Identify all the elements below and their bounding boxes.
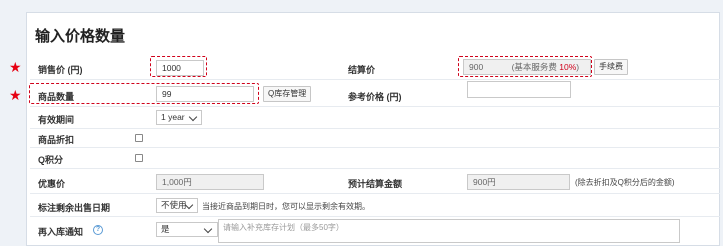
restock-select[interactable]: 是 xyxy=(156,222,218,237)
qpoint-checkbox[interactable] xyxy=(135,154,143,162)
fee-button[interactable]: 手续费 xyxy=(594,59,628,75)
est-settle-note: (除去折扣及Q积分后的金额) xyxy=(575,178,675,187)
restock-value: 是 xyxy=(161,224,170,234)
valid-period-value: 1 year xyxy=(161,112,185,122)
row-valid-period: 有效期间 1 year xyxy=(30,107,720,129)
help-icon[interactable]: ? xyxy=(93,225,103,235)
sale-price-highlight xyxy=(150,56,207,77)
expiry-mark-value: 不使用 xyxy=(161,200,187,210)
restock-label: 再入库通知 xyxy=(38,227,84,237)
settle-price-highlight xyxy=(458,56,592,77)
chevron-down-icon xyxy=(203,224,213,234)
est-settle-label: 预计结算金额 xyxy=(348,179,403,189)
settle-price-label: 结算价 xyxy=(348,65,376,75)
sale-price-label: 销售价 (円) xyxy=(38,65,83,75)
row-expiry-mark: 标注剩余出售日期 不使用 当接近商品到期日时，您可以显示剩余有效期。 xyxy=(30,194,720,217)
special-price-field: 1,000円 xyxy=(156,174,264,190)
discount-checkbox[interactable] xyxy=(135,134,143,142)
stock-management-button[interactable]: Q库存管理 xyxy=(263,86,312,102)
row-special-price: 优惠价 1,000円 预计结算金额 900円 (除去折扣及Q积分后的金额) xyxy=(30,169,720,194)
row-sale-price: 销售价 (円) 1000 结算价 900 (基本服务费 10%) 手续费 xyxy=(30,56,720,80)
expiry-mark-select[interactable]: 不使用 xyxy=(156,198,198,213)
required-star-sale-price: ★ xyxy=(9,59,22,75)
discount-label: 商品折扣 xyxy=(38,135,75,145)
quantity-input[interactable]: 99 xyxy=(156,86,254,102)
expiry-mark-label: 标注剩余出售日期 xyxy=(38,203,111,213)
section-title: 输入价格数量 xyxy=(35,28,126,45)
row-discount: 商品折扣 xyxy=(30,129,720,148)
ref-price-label: 参考价格 (円) xyxy=(348,92,402,102)
required-star-quantity: ★ xyxy=(9,87,22,103)
row-qpoint: Q积分 xyxy=(30,148,720,169)
chevron-down-icon xyxy=(188,112,198,122)
est-settle-field: 900円 xyxy=(467,174,570,190)
valid-period-select[interactable]: 1 year xyxy=(156,110,202,125)
expiry-mark-note: 当接近商品到期日时，您可以显示剩余有效期。 xyxy=(202,202,370,211)
row-quantity: 商品数量 99 Q库存管理 参考价格 (円) xyxy=(29,80,720,107)
row-restock: 再入库通知 ? 是 xyxy=(30,217,720,246)
special-price-label: 优惠价 xyxy=(38,179,66,189)
ref-price-input[interactable] xyxy=(467,81,571,98)
restock-plan-textarea[interactable] xyxy=(218,219,680,243)
valid-period-label: 有效期间 xyxy=(38,115,75,125)
qpoint-label: Q积分 xyxy=(38,155,64,165)
